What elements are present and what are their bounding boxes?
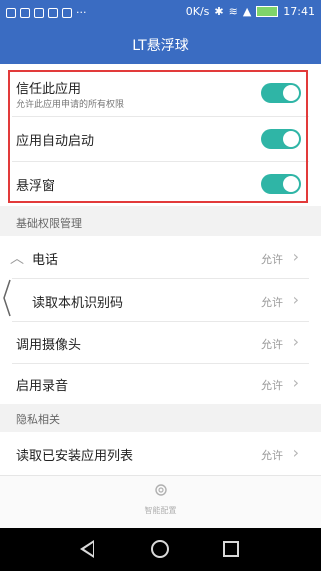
auto-start-row[interactable]: 应用自动启动: [0, 117, 321, 161]
home-icon[interactable]: [151, 540, 169, 558]
permission-value: 允许: [261, 253, 283, 266]
signal-icon: ▲: [242, 5, 252, 18]
chevron-right-icon: ›: [292, 290, 299, 309]
trust-settings-card: 信任此应用 允许此应用申请的所有权限 应用自动启动 悬浮窗: [0, 64, 321, 206]
section-header-privacy: 隐私相关: [0, 404, 321, 432]
system-navigation-bar: [0, 528, 321, 571]
privacy-list: 读取已安装应用列表 允许 ›: [0, 432, 321, 475]
floating-window-toggle[interactable]: [261, 174, 301, 194]
wifi-icon: ≋: [228, 5, 238, 18]
bluetooth-icon: ✱: [214, 5, 224, 18]
permission-row-recording[interactable]: 启用录音 允许 ›: [0, 364, 321, 404]
floating-window-row[interactable]: 悬浮窗: [0, 162, 321, 206]
permission-value: 允许: [261, 338, 283, 351]
notification-icon: [62, 7, 72, 18]
permission-row-camera[interactable]: 调用摄像头 允许 ›: [0, 322, 321, 363]
smart-config-button[interactable]: 智能配置: [0, 475, 321, 529]
smart-config-label: 智能配置: [144, 506, 177, 515]
trust-app-row[interactable]: 信任此应用 允许此应用申请的所有权限: [0, 64, 321, 116]
toggle-knob: [283, 85, 299, 101]
chevron-right-icon: ›: [292, 373, 299, 392]
section-title: 隐私相关: [16, 413, 60, 426]
section-title: 基础权限管理: [16, 217, 82, 230]
trust-app-toggle[interactable]: [261, 83, 301, 103]
section-header-basic-permissions: 基础权限管理: [0, 208, 321, 236]
basic-permissions-list: 电话 允许 › 读取本机识别码 允许 › 调用摄像头 允许 › 启用录音 允许 …: [0, 236, 321, 404]
auto-start-toggle[interactable]: [261, 129, 301, 149]
floating-window-label: 悬浮窗: [16, 179, 56, 194]
notification-icons: ···: [6, 6, 87, 19]
notification-icon: [20, 7, 30, 18]
chevron-up-icon[interactable]: ︿: [10, 248, 24, 268]
permission-label: 读取已安装应用列表: [16, 449, 134, 464]
battery-icon: [256, 6, 279, 17]
permission-value: 允许: [261, 449, 283, 462]
permission-value: 允许: [261, 296, 283, 309]
permission-row-installed-apps[interactable]: 读取已安装应用列表 允许 ›: [0, 432, 321, 475]
notification-icon: [34, 7, 44, 18]
back-icon[interactable]: [80, 540, 94, 558]
permission-label: 调用摄像头: [16, 338, 82, 353]
title-bar: LT悬浮球: [0, 26, 321, 64]
toggle-knob: [283, 176, 299, 192]
chevron-right-icon: ›: [292, 332, 299, 351]
toggle-knob: [283, 131, 299, 147]
clock: 17:41: [283, 5, 315, 18]
network-speed: 0K/s: [185, 5, 210, 18]
notification-icon: [48, 7, 58, 18]
chevron-right-icon: ›: [292, 247, 299, 266]
chevron-right-icon: ›: [292, 443, 299, 462]
permission-row-phone[interactable]: 电话 允许 ›: [0, 236, 321, 278]
gear-icon: [155, 484, 167, 496]
trust-app-description: 允许此应用申请的所有权限: [16, 100, 125, 110]
trust-app-label: 信任此应用: [16, 82, 82, 97]
recent-apps-icon[interactable]: [223, 541, 239, 557]
notification-icon: [6, 7, 16, 18]
more-notifications-icon: ···: [76, 6, 87, 19]
permission-value: 允许: [261, 379, 283, 392]
status-bar: ··· 0K/s ✱ ≋ ▲ 17:41: [0, 0, 321, 26]
auto-start-label: 应用自动启动: [16, 134, 95, 149]
permission-label: 启用录音: [16, 379, 69, 394]
permission-row-device-id[interactable]: 读取本机识别码 允许 ›: [0, 279, 321, 321]
edge-back-indicator-icon[interactable]: [2, 278, 12, 318]
permission-label: 读取本机识别码: [32, 296, 124, 311]
permission-label: 电话: [32, 253, 59, 268]
page-title: LT悬浮球: [132, 38, 189, 54]
